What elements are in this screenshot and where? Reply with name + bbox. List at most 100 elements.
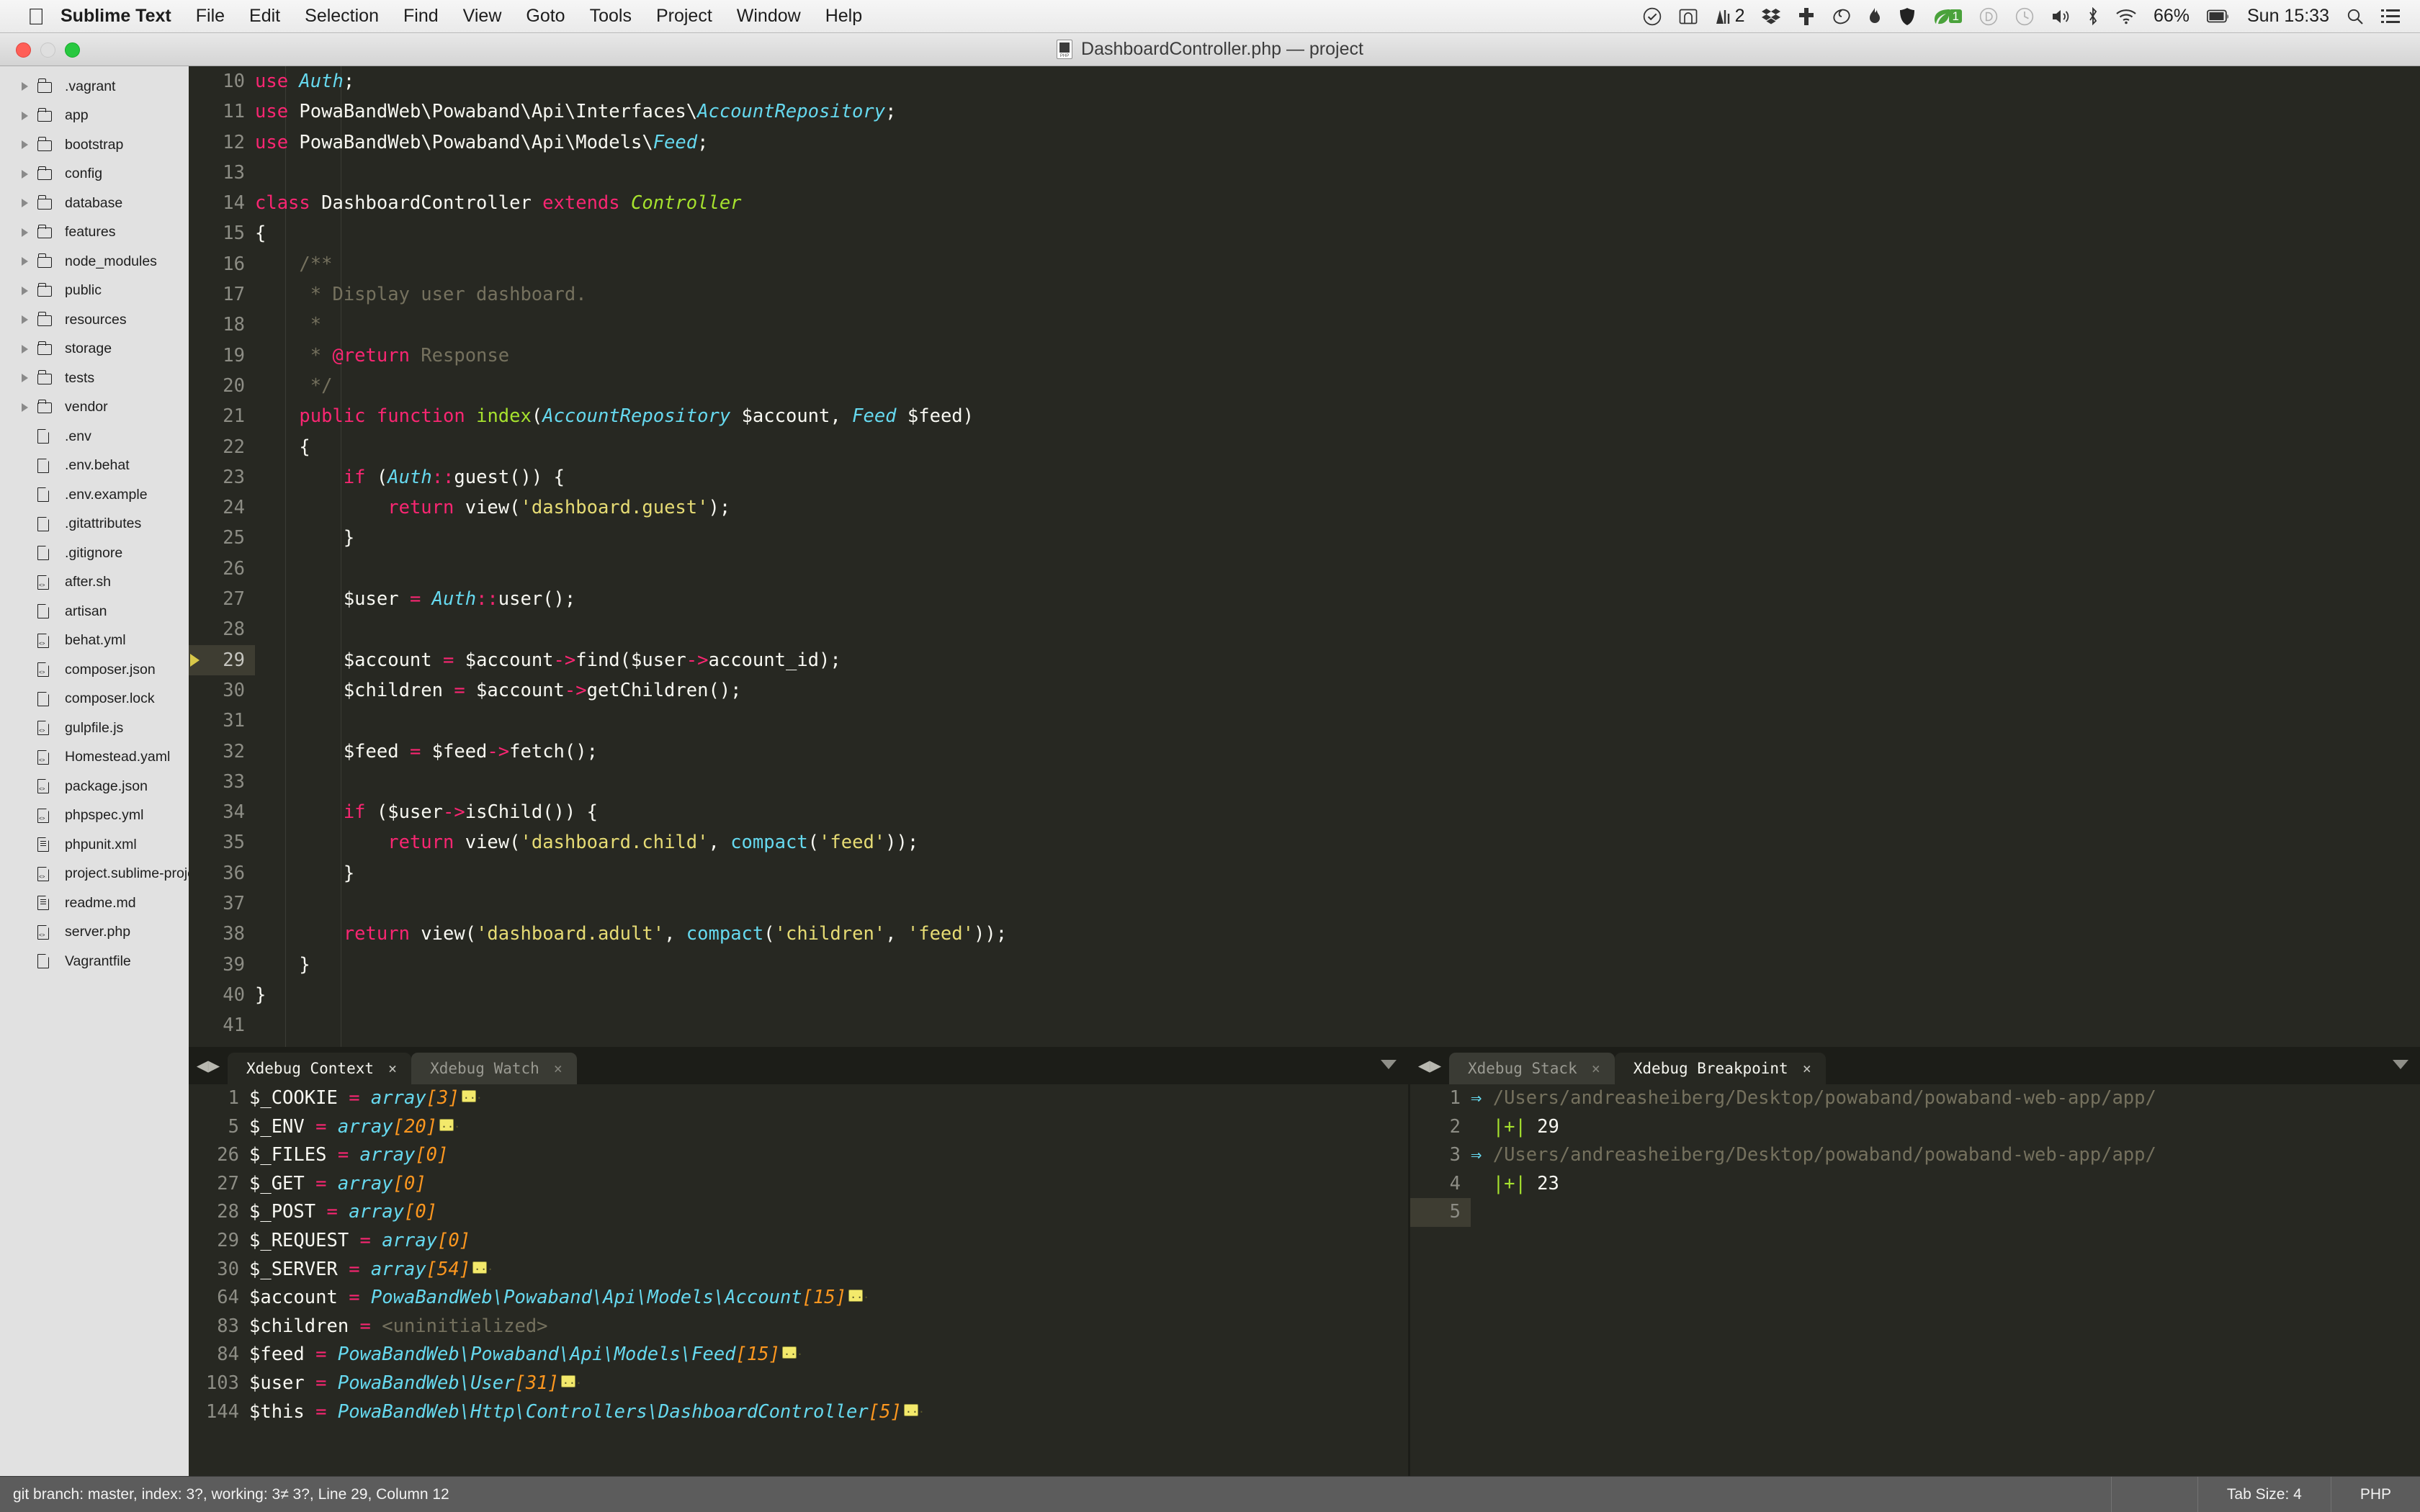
shield-icon[interactable] <box>1899 7 1916 26</box>
breakpoint-row[interactable]: ⇒ /Users/andreasheiberg/Desktop/powaband… <box>1471 1141 2420 1170</box>
code-line-16[interactable]: /** <box>255 249 1007 279</box>
tab-xdebug-watch[interactable]: Xdebug Watch × <box>411 1053 577 1084</box>
volume-icon[interactable] <box>2051 8 2070 25</box>
code-line-27[interactable]: $user = Auth::user(); <box>255 584 1007 614</box>
gutter-line-12[interactable]: 12 <box>189 127 255 158</box>
minimize-button[interactable] <box>40 42 55 58</box>
flame-icon[interactable] <box>1868 7 1881 26</box>
gutter-line-38[interactable]: 38 <box>189 919 255 949</box>
tab-overflow-caret-icon[interactable] <box>1381 1060 1397 1069</box>
code-line-29[interactable]: $account = $account->find($user->account… <box>255 645 1007 675</box>
context-row[interactable]: $_POST = array[0] <box>249 1198 1408 1227</box>
expand-value-button[interactable] <box>439 1113 460 1141</box>
context-row[interactable]: $_COOKIE = array[3] <box>249 1084 1408 1113</box>
disclosure-triangle-icon[interactable] <box>22 344 37 354</box>
breakpoint-row[interactable] <box>1471 1198 2420 1227</box>
context-panel-body[interactable]: 1 5 26 27 28 29 30 64 83 84 103 144 $_COOKIE = arra… <box>189 1084 1408 1476</box>
expand-value-button[interactable] <box>781 1341 803 1369</box>
sidebar-folder-tests[interactable]: tests <box>0 364 189 393</box>
expand-value-button[interactable] <box>560 1369 582 1398</box>
code-line-35[interactable]: return view('dashboard.child', compact('… <box>255 827 1007 858</box>
code-line-34[interactable]: if ($user->isChild()) { <box>255 797 1007 827</box>
gutter-line-26[interactable]: 26 <box>189 554 255 584</box>
tab-nav-arrows[interactable]: ◀▶ <box>189 1047 228 1084</box>
sidebar-folder-public[interactable]: public <box>0 276 189 306</box>
sidebar-file-tree[interactable]: .vagrant app bootstrap config database featur… <box>0 66 189 1476</box>
context-row[interactable]: $user = PowaBandWeb\User[31] <box>249 1369 1408 1398</box>
expand-value-button[interactable] <box>848 1284 869 1313</box>
gutter-line-25[interactable]: 25 <box>189 523 255 553</box>
sidebar-file-gulpfile-js[interactable]: gulpfile.js <box>0 714 189 743</box>
tab-xdebug-breakpoint[interactable]: Xdebug Breakpoint × <box>1614 1053 1826 1084</box>
close-button[interactable] <box>16 42 31 58</box>
code-line-15[interactable]: { <box>255 218 1007 248</box>
apple-logo-icon[interactable]:  <box>22 5 50 28</box>
sidebar-folder-storage[interactable]: storage <box>0 335 189 364</box>
code-line-41[interactable] <box>255 1010 1007 1040</box>
breakpoint-rows[interactable]: ⇒ /Users/andreasheiberg/Desktop/powaband… <box>1471 1084 2420 1227</box>
disclosure-triangle-icon[interactable] <box>22 286 37 295</box>
gutter-line-39[interactable]: 39 <box>189 950 255 980</box>
close-icon[interactable]: × <box>554 1060 563 1077</box>
breakpoint-row[interactable]: |+| 29 <box>1471 1113 2420 1142</box>
menu-tools[interactable]: Tools <box>590 6 632 27</box>
code-line-37[interactable] <box>255 888 1007 919</box>
gutter-line-27[interactable]: 27 <box>189 584 255 614</box>
screenshot-icon[interactable] <box>1679 8 1698 25</box>
gutter-line-21[interactable]: 21 <box>189 401 255 431</box>
menu-selection[interactable]: Selection <box>305 6 379 27</box>
disclosure-triangle-icon[interactable] <box>22 315 37 325</box>
sidebar-file-readme-md[interactable]: readme.md <box>0 888 189 918</box>
expand-value-button[interactable] <box>903 1398 925 1426</box>
zoom-button[interactable] <box>65 42 80 58</box>
expand-value-button[interactable] <box>461 1084 483 1113</box>
code-line-14[interactable]: class DashboardController extends Contro… <box>255 188 1007 218</box>
sidebar-folder-features[interactable]: features <box>0 218 189 248</box>
code-line-30[interactable]: $children = $account->getChildren(); <box>255 675 1007 706</box>
menu-project[interactable]: Project <box>656 6 712 27</box>
context-row[interactable]: $_FILES = array[0] <box>249 1141 1408 1170</box>
gutter-line-14[interactable]: 14 <box>189 188 255 218</box>
code-line-24[interactable]: return view('dashboard.guest'); <box>255 492 1007 523</box>
sidebar-file-server-php[interactable]: server.php <box>0 918 189 948</box>
code-line-22[interactable]: { <box>255 432 1007 462</box>
context-row[interactable]: $account = PowaBandWeb\Powaband\Api\Mode… <box>249 1284 1408 1313</box>
sidebar-folder-resources[interactable]: resources <box>0 305 189 335</box>
code-line-17[interactable]: * Display user dashboard. <box>255 279 1007 310</box>
editor-code-area[interactable]: use Auth; use PowaBandWeb\Powaband\Api\In… <box>255 66 1007 1041</box>
code-line-10[interactable]: use Auth; <box>255 66 1007 96</box>
disclosure-triangle-icon[interactable] <box>22 140 37 150</box>
code-line-28[interactable] <box>255 614 1007 644</box>
gutter-line-20[interactable]: 20 <box>189 371 255 401</box>
sidebar-file-homestead-yaml[interactable]: Homestead.yaml <box>0 743 189 773</box>
code-line-31[interactable] <box>255 706 1007 736</box>
code-line-19[interactable]: * @return Response <box>255 341 1007 371</box>
menubar-clock[interactable]: Sun 15:33 <box>2247 6 2329 27</box>
menu-goto[interactable]: Goto <box>526 6 565 27</box>
dropbox-icon[interactable] <box>1762 7 1781 26</box>
tab-xdebug-stack[interactable]: Xdebug Stack × <box>1449 1053 1615 1084</box>
sidebar-file-composer-json[interactable]: composer.json <box>0 655 189 685</box>
gutter-line-11[interactable]: 11 <box>189 96 255 127</box>
leaf-icon[interactable]: 1 <box>1933 7 1962 26</box>
gutter-line-10[interactable]: 10 <box>189 66 255 96</box>
code-line-23[interactable]: if (Auth::guest()) { <box>255 462 1007 492</box>
menu-help[interactable]: Help <box>825 6 862 27</box>
battery-icon[interactable] <box>2207 9 2230 24</box>
tab-nav-arrows[interactable]: ◀▶ <box>1410 1047 1449 1084</box>
sidebar-file-vagrantfile[interactable]: Vagrantfile <box>0 947 189 976</box>
gutter-line-32[interactable]: 32 <box>189 737 255 767</box>
code-line-20[interactable]: */ <box>255 371 1007 401</box>
gutter-line-18[interactable]: 18 <box>189 310 255 340</box>
notification-center-icon[interactable] <box>2381 9 2400 24</box>
tab-xdebug-context[interactable]: Xdebug Context × <box>228 1053 412 1084</box>
context-row[interactable]: $feed = PowaBandWeb\Powaband\Api\Models\… <box>249 1341 1408 1369</box>
code-line-21[interactable]: public function index(AccountRepository … <box>255 401 1007 431</box>
context-row[interactable]: $_GET = array[0] <box>249 1170 1408 1199</box>
menu-find[interactable]: Find <box>403 6 439 27</box>
gutter-line-15[interactable]: 15 <box>189 218 255 248</box>
code-line-18[interactable]: * <box>255 310 1007 340</box>
menu-edit[interactable]: Edit <box>249 6 280 27</box>
sidebar-folder-database[interactable]: database <box>0 189 189 218</box>
sidebar-file-composer-lock[interactable]: composer.lock <box>0 685 189 714</box>
